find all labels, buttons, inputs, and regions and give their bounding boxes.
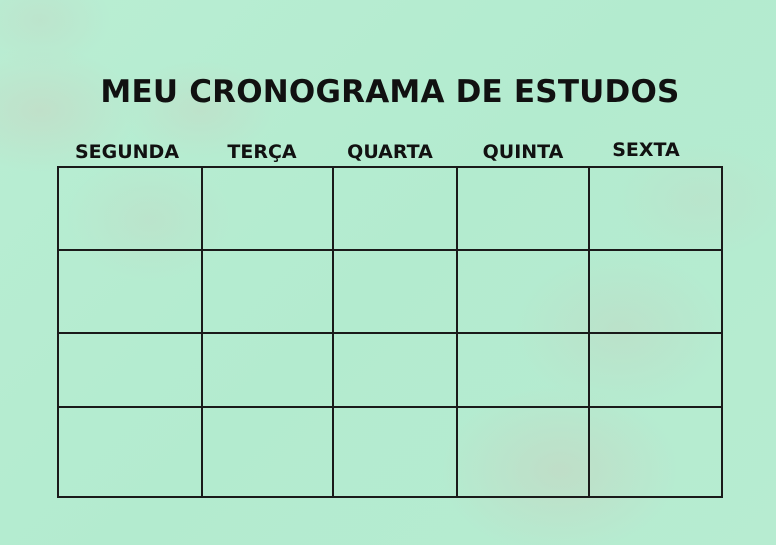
paper-background: MEU CRONOGRAMA DE ESTUDOS SEGUNDA TERÇA … <box>0 0 776 545</box>
page-title: MEU CRONOGRAMA DE ESTUDOS <box>100 74 680 110</box>
day-header-sexta: SEXTA <box>612 139 680 161</box>
schedule-grid <box>57 166 723 498</box>
day-header-terca: TERÇA <box>227 141 297 163</box>
grid-row-divider <box>59 406 721 408</box>
day-header-segunda: SEGUNDA <box>74 141 180 163</box>
grid-row-divider <box>59 332 721 334</box>
day-header-quarta: QUARTA <box>347 141 433 163</box>
day-header-quinta: QUINTA <box>482 141 564 163</box>
grid-row-divider <box>59 249 721 251</box>
